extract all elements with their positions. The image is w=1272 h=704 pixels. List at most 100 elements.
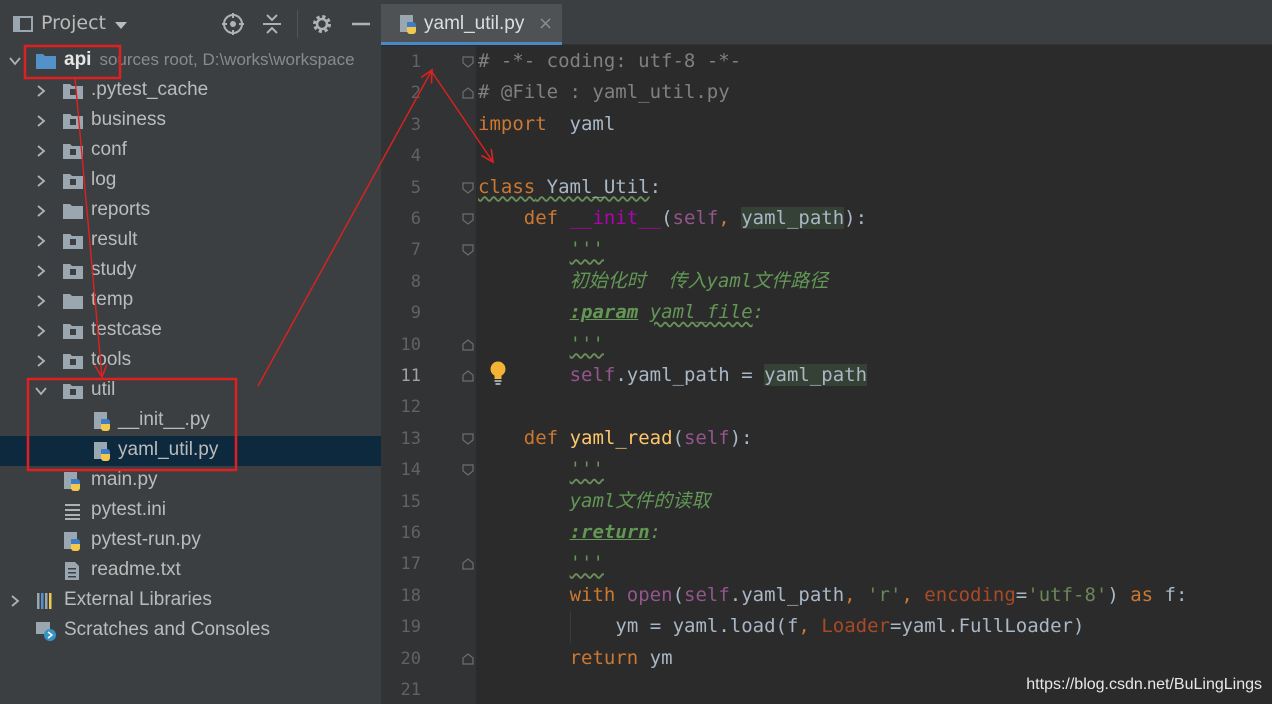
project-view-icon[interactable] xyxy=(13,16,33,32)
fold-close-icon[interactable] xyxy=(462,370,474,382)
project-panel: Project api sources root, D:\works\worksp… xyxy=(0,0,381,704)
fold-close-icon[interactable] xyxy=(462,652,474,665)
close-icon[interactable]: × xyxy=(538,13,553,34)
python-file-icon xyxy=(64,532,80,551)
code-line: import yaml xyxy=(478,109,615,140)
chevron-right-icon[interactable] xyxy=(35,325,47,337)
tree-item[interactable]: Scratches and Consoles xyxy=(0,616,381,646)
line-number: 4 xyxy=(410,146,421,167)
chevron-right-icon[interactable] xyxy=(35,265,47,277)
code-token: , xyxy=(901,583,925,606)
tree-item[interactable]: testcase xyxy=(0,316,381,346)
code-line: :param yaml_file: xyxy=(570,297,765,328)
code-token: f: xyxy=(1153,583,1188,606)
fold-close-icon[interactable] xyxy=(462,87,474,99)
fold-open-icon[interactable] xyxy=(462,244,474,257)
tree-item[interactable]: result xyxy=(0,226,381,256)
code-token: , xyxy=(844,583,868,606)
package-folder-icon xyxy=(63,324,83,339)
tree-item-label: conf xyxy=(91,139,127,160)
ini-file-icon xyxy=(65,504,80,520)
tree-item[interactable]: study xyxy=(0,256,381,286)
chevron-down-icon[interactable] xyxy=(9,55,21,67)
line-number: 15 xyxy=(400,491,421,512)
project-panel-header: Project xyxy=(0,0,381,44)
chevron-right-icon[interactable] xyxy=(35,205,47,217)
tree-item[interactable]: .pytest_cache xyxy=(0,76,381,106)
code-token: # @File : yaml_util.py xyxy=(478,81,730,104)
chevron-right-icon[interactable] xyxy=(35,85,47,97)
fold-open-icon[interactable] xyxy=(462,464,474,476)
code-token: self xyxy=(672,207,719,229)
chevron-right-icon[interactable] xyxy=(35,235,47,247)
lightbulb-icon[interactable] xyxy=(489,360,507,386)
code-token: Loader xyxy=(821,615,890,638)
locate-target-icon[interactable] xyxy=(221,12,245,36)
code-token: self xyxy=(569,364,616,386)
code-token: __init__ xyxy=(569,207,662,229)
code-token: : xyxy=(649,521,662,543)
line-number: 3 xyxy=(410,114,421,135)
package-folder-icon xyxy=(63,174,83,189)
tree-item[interactable]: tools xyxy=(0,346,381,376)
editor-tab-bar: yaml_util.py × xyxy=(381,0,1272,45)
code-token: ): xyxy=(729,426,753,449)
chevron-right-icon[interactable] xyxy=(35,145,47,157)
line-number: 17 xyxy=(400,554,421,575)
code-token: ''' xyxy=(569,238,604,261)
tree-item-location: sources root, D:\works\workspace xyxy=(99,50,355,69)
project-panel-title[interactable]: Project xyxy=(41,12,106,34)
tree-item[interactable]: temp xyxy=(0,286,381,316)
chevron-down-icon[interactable] xyxy=(35,385,47,397)
tree-item[interactable]: pytest-run.py xyxy=(0,526,381,556)
tree-item-label: yaml_util.py xyxy=(118,439,219,460)
code-token: yaml文件的读取 xyxy=(569,489,711,512)
tree-item[interactable]: business xyxy=(0,106,381,136)
minimize-icon[interactable] xyxy=(349,12,373,36)
code-token: as xyxy=(1130,583,1154,606)
tree-item[interactable]: util xyxy=(0,376,381,406)
tree-item-label: result xyxy=(91,229,138,250)
tree-item[interactable]: readme.txt xyxy=(0,556,381,586)
package-folder-icon xyxy=(63,354,83,369)
chevron-right-icon[interactable] xyxy=(35,115,47,127)
fold-open-icon[interactable] xyxy=(462,433,474,445)
code-token: .yaml_path = xyxy=(615,364,765,386)
chevron-right-icon[interactable] xyxy=(9,595,21,607)
chevron-right-icon[interactable] xyxy=(35,175,47,187)
tree-item[interactable]: main.py xyxy=(0,466,381,496)
tree-item[interactable]: conf xyxy=(0,136,381,166)
fold-open-icon[interactable] xyxy=(462,213,474,225)
gear-icon[interactable] xyxy=(310,12,334,36)
chevron-right-icon[interactable] xyxy=(35,355,47,367)
tree-item[interactable]: pytest.ini xyxy=(0,496,381,526)
tree-item[interactable]: reports xyxy=(0,196,381,226)
code-line: self.yaml_path = yaml_path xyxy=(569,360,868,391)
tree-item[interactable]: __init__.py xyxy=(0,406,381,436)
tab-label: yaml_util.py xyxy=(424,13,525,34)
fold-open-icon[interactable] xyxy=(462,56,474,68)
chevron-down-icon[interactable] xyxy=(115,22,127,29)
code-token: : xyxy=(649,175,662,198)
chevron-right-icon[interactable] xyxy=(35,295,47,307)
fold-close-icon[interactable] xyxy=(462,338,474,351)
code-line: with open(self.yaml_path, 'r', encoding=… xyxy=(570,580,1188,611)
tree-item[interactable]: api sources root, D:\works\workspace xyxy=(0,46,381,76)
code-line: ''' xyxy=(570,329,604,360)
code-token: self xyxy=(683,426,730,449)
code-token: class xyxy=(478,175,536,198)
tab-yaml-util[interactable]: yaml_util.py × xyxy=(381,4,562,45)
tree-item[interactable]: External Libraries xyxy=(0,586,381,616)
code-token: yaml_path xyxy=(764,364,868,386)
tree-item[interactable]: yaml_util.py xyxy=(0,436,381,466)
tree-item-label: api sources root, D:\works\workspace xyxy=(64,49,355,70)
line-number: 1 xyxy=(410,52,421,72)
tree-item[interactable]: log xyxy=(0,166,381,196)
fold-close-icon[interactable] xyxy=(462,558,474,570)
collapse-all-icon[interactable] xyxy=(260,12,284,36)
code-area[interactable]: # -*- coding: utf-8 -*- # @File : yaml_ut… xyxy=(476,46,1272,704)
line-number: 19 xyxy=(400,617,421,638)
code-token: ''' xyxy=(569,458,604,481)
fold-open-icon[interactable] xyxy=(462,181,474,194)
